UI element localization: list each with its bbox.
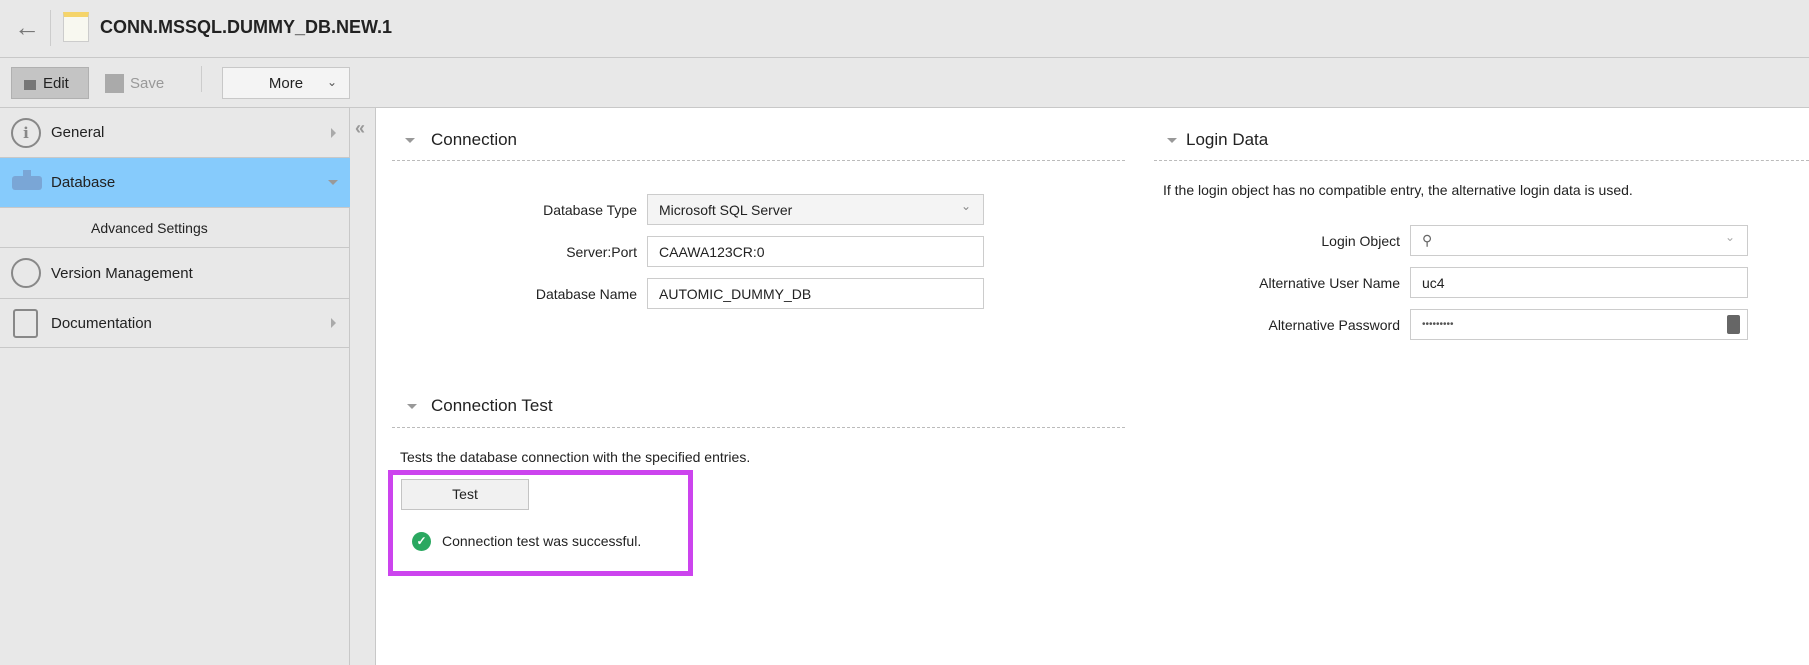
section-title-connection-test: Connection Test — [431, 396, 553, 415]
sidebar-item-label: Database — [51, 174, 116, 191]
server-port-input[interactable]: CAAWA123CR:0 — [647, 236, 984, 267]
database-type-select[interactable]: Microsoft SQL Server ⌄ — [647, 194, 984, 225]
test-description: Tests the database connection with the s… — [400, 449, 751, 465]
divider — [392, 427, 1125, 428]
info-icon: i — [11, 117, 41, 148]
toolbar: Edit Save More ⌄ — [0, 58, 1809, 108]
divider — [392, 160, 1125, 161]
alt-user-label: Alternative User Name — [1259, 275, 1400, 291]
unlock-icon — [24, 80, 36, 90]
chevron-right-icon — [331, 127, 336, 138]
save-label: Save — [130, 74, 165, 92]
chevron-down-icon: ⌄ — [326, 75, 337, 89]
database-type-label: Database Type — [543, 202, 637, 218]
login-object-select[interactable]: ⚲ ⌄ — [1410, 225, 1748, 256]
chevron-down-icon: ⌄ — [960, 199, 971, 213]
database-name-input[interactable]: AUTOMIC_DUMMY_DB — [647, 278, 984, 309]
sidebar-item-general[interactable]: i General — [0, 108, 350, 158]
login-object-label: Login Object — [1321, 233, 1400, 249]
test-result: Connection test was successful. — [442, 533, 642, 549]
clock-icon — [11, 258, 41, 288]
login-description: If the login object has no compatible en… — [1163, 182, 1633, 198]
caret-down-icon — [328, 180, 338, 185]
page-title: CONN.MSSQL.DUMMY_DB.NEW.1 — [100, 17, 393, 37]
alt-user-value: uc4 — [1422, 274, 1445, 291]
sidebar-item-advanced-settings[interactable]: Advanced Settings — [0, 208, 350, 248]
alt-password-label: Alternative Password — [1268, 317, 1400, 333]
chevron-down-icon: ⌄ — [1724, 230, 1735, 244]
sidebar-item-label: Documentation — [51, 314, 152, 332]
sidebar-item-version-management[interactable]: Version Management — [0, 248, 350, 299]
collapse-strip: « — [350, 108, 376, 665]
edit-label: Edit — [43, 74, 69, 92]
password-toggle-icon[interactable] — [1727, 315, 1740, 334]
database-name-label: Database Name — [535, 286, 637, 302]
divider — [1154, 160, 1809, 161]
toolbar-separator — [201, 66, 202, 92]
database-icon-top — [23, 170, 31, 180]
save-button[interactable]: Save — [105, 67, 164, 99]
more-label: More — [268, 74, 304, 92]
sidebar-item-documentation[interactable]: Documentation — [0, 299, 350, 348]
section-title-login-data: Login Data — [1186, 130, 1269, 149]
test-button[interactable]: Test — [401, 479, 529, 510]
server-port-value: CAAWA123CR:0 — [659, 243, 765, 260]
search-icon: ⚲ — [1422, 232, 1433, 248]
sidebar-item-label: Advanced Settings — [91, 219, 208, 236]
title-bar: ← CONN.MSSQL.DUMMY_DB.NEW.1 — [0, 0, 1809, 58]
divider — [50, 10, 51, 46]
collapse-sidebar-icon[interactable]: « — [355, 118, 365, 139]
more-dropdown[interactable]: More ⌄ — [222, 67, 350, 99]
sidebar: i General Database Advanced Settings Ver… — [0, 108, 350, 665]
edit-button[interactable]: Edit — [11, 67, 89, 99]
database-type-value: Microsoft SQL Server — [659, 201, 793, 218]
alt-password-input[interactable]: ••••••••• — [1410, 309, 1748, 340]
sidebar-item-database[interactable]: Database — [0, 158, 350, 208]
chevron-right-icon — [331, 318, 336, 328]
server-port-label: Server:Port — [566, 244, 637, 260]
back-arrow-icon[interactable]: ← — [14, 12, 40, 43]
clipboard-icon — [13, 308, 38, 338]
alt-password-value: ••••••••• — [1422, 319, 1454, 330]
collapse-icon[interactable] — [407, 404, 417, 409]
document-icon — [63, 12, 89, 42]
section-title-connection: Connection — [431, 130, 518, 149]
database-name-value: AUTOMIC_DUMMY_DB — [659, 285, 812, 302]
floppy-icon — [105, 73, 124, 93]
collapse-icon[interactable] — [1167, 138, 1177, 143]
success-icon: ✓ — [412, 532, 431, 551]
sidebar-item-label: General — [51, 124, 105, 141]
collapse-icon[interactable] — [405, 138, 415, 143]
sidebar-item-label: Version Management — [51, 264, 193, 282]
alt-user-input[interactable]: uc4 — [1410, 267, 1748, 298]
